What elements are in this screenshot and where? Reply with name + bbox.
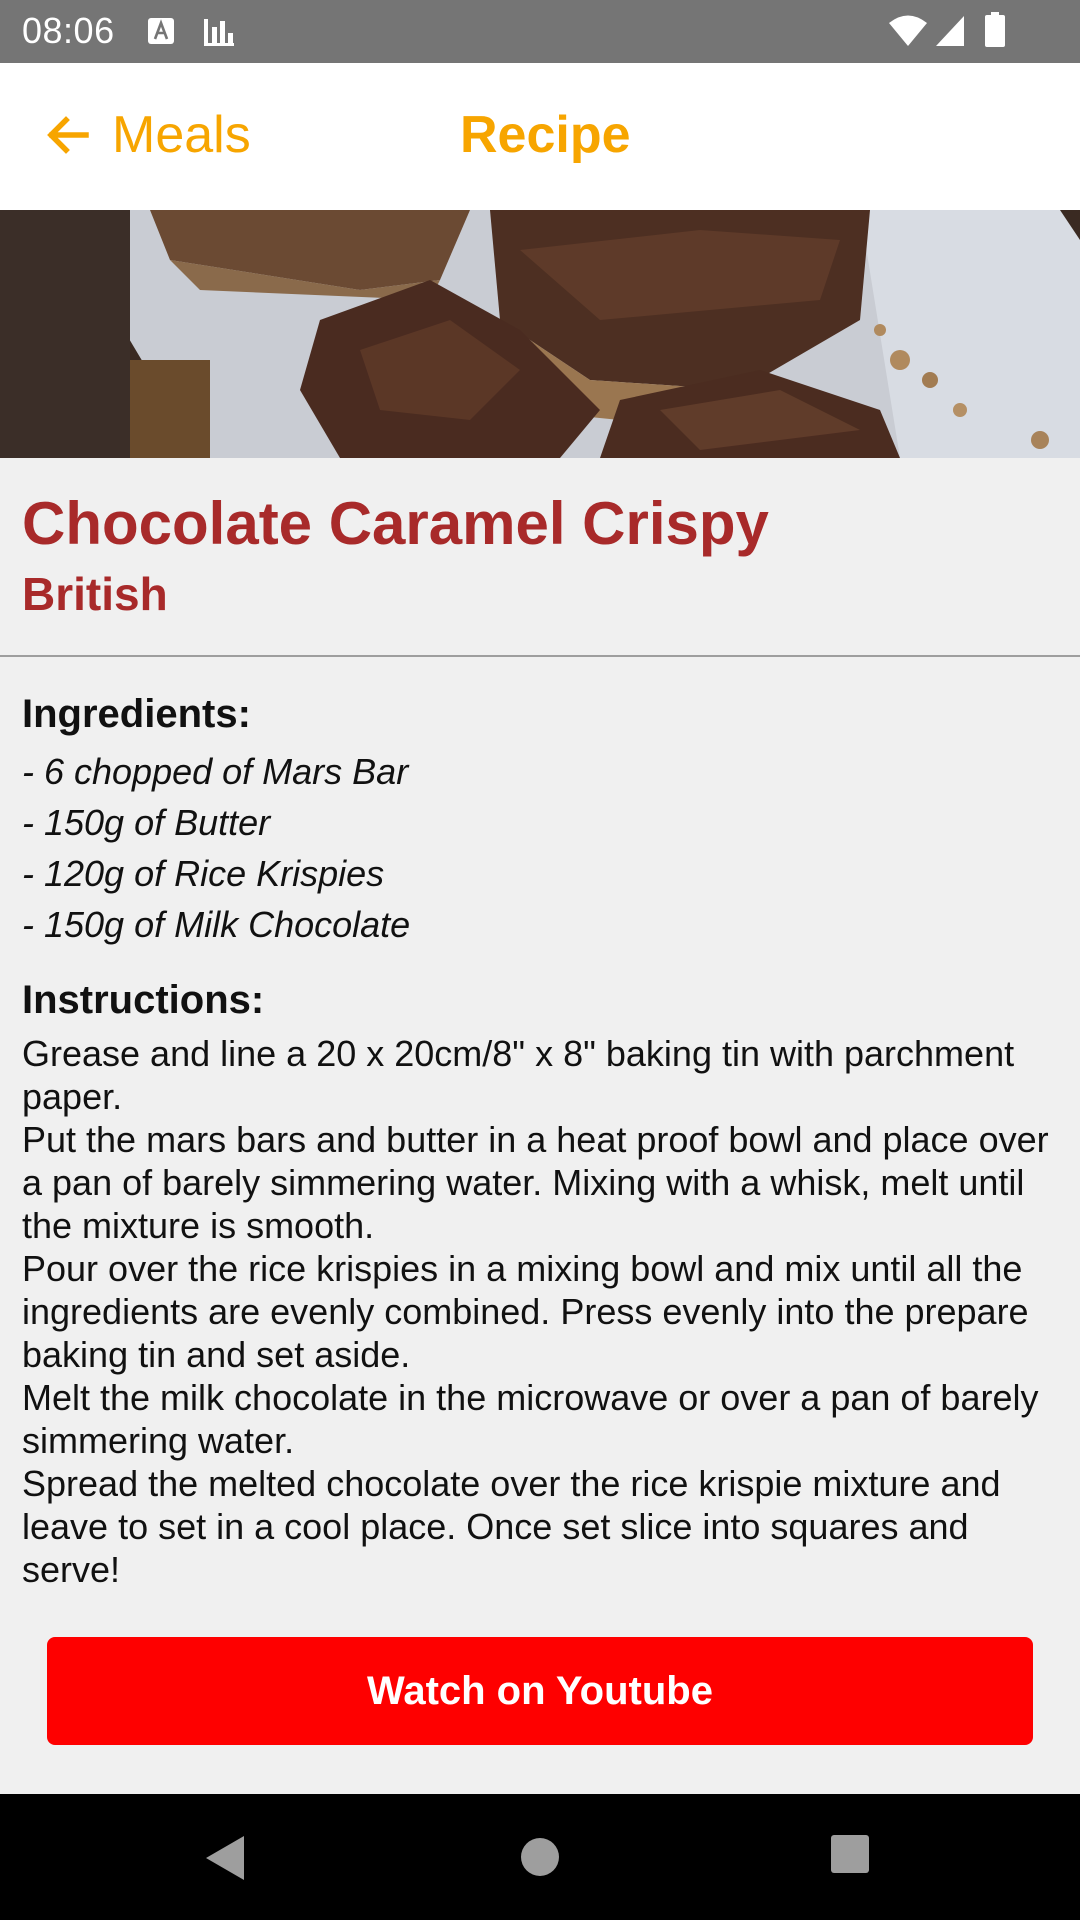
divider [0,655,1080,657]
ingredient-item: - 150g of Milk Chocolate [22,904,411,945]
watch-on-youtube-button[interactable]: Watch on Youtube [47,1637,1033,1745]
system-nav-bar [0,1794,1080,1920]
stats-notification-icon [204,19,234,46]
nav-recents-icon[interactable] [828,1832,872,1876]
recipe-header: Chocolate Caramel Crispy British [22,484,1062,624]
back-label: Meals [112,106,251,164]
status-bar: 08:06 [0,0,1080,63]
ingredient-item: - 120g of Rice Krispies [22,853,385,894]
instructions-text: Grease and line a 20 x 20cm/8" x 8" baki… [22,1033,1049,1590]
app-bar: Meals Recipe [0,63,1080,210]
nav-back-icon[interactable] [200,1832,250,1884]
battery-icon [985,12,1005,47]
ingredients-list: - 6 chopped of Mars Bar - 150g of Butter… [22,746,1062,950]
ingredient-item: - 6 chopped of Mars Bar [22,751,409,792]
recipe-image [0,210,1080,458]
wifi-icon [889,15,927,46]
nav-home-icon[interactable] [515,1832,565,1882]
recipe-content: Ingredients: - 6 chopped of Mars Bar - 1… [22,686,1062,1591]
text-notification-icon [148,18,174,44]
recipe-photo [0,210,1080,458]
cell-signal-icon [936,16,964,46]
ingredient-item: - 150g of Butter [22,802,271,843]
instructions-heading: Instructions: [22,978,265,1022]
status-time: 08:06 [22,10,115,51]
recipe-area: British [22,568,168,620]
back-button[interactable]: Meals [40,103,251,167]
ingredients-heading: Ingredients: [22,692,251,736]
recipe-title: Chocolate Caramel Crispy [22,490,769,557]
arrow-left-icon [47,116,89,154]
page-title: Recipe [460,106,631,164]
